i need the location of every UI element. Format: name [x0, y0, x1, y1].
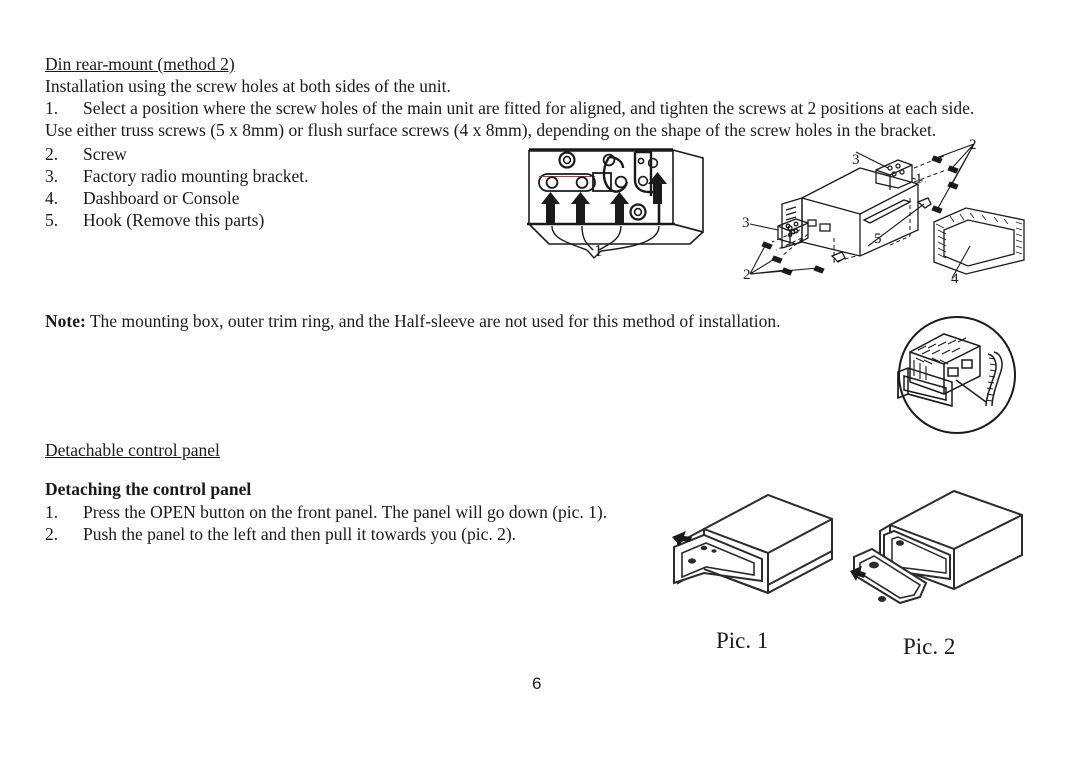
- section-1-items-2-5: 2. Screw 3. Factory radio mounting brack…: [45, 143, 515, 231]
- document-page: Din rear-mount (method 2) Installation u…: [0, 0, 1080, 761]
- figure-exploded-view: [738, 138, 1048, 286]
- note-text: The mounting box, outer trim ring, and t…: [85, 311, 781, 331]
- list-text: Dashboard or Console: [83, 188, 240, 208]
- page-number: 6: [532, 674, 542, 693]
- callout-2-top: 2: [969, 137, 977, 153]
- list-text: Screw: [83, 144, 127, 164]
- figure-pic-2: [850, 485, 1040, 615]
- list-text: Push the panel to the left and then pull…: [83, 524, 517, 544]
- section-1-intro: Installation using the screw holes at bo…: [45, 76, 451, 96]
- callout-4: 4: [951, 271, 959, 287]
- list-number: 3.: [45, 166, 59, 186]
- callout-1-middle: 1: [915, 171, 923, 187]
- figure-pic-1: [660, 485, 840, 615]
- list-number: 1.: [45, 502, 59, 522]
- section-2-subheading: Detaching the control panel: [45, 479, 252, 499]
- list-number: 4.: [45, 188, 59, 208]
- figure-bracket-callout-1: 1: [594, 241, 603, 260]
- list-text: Press the OPEN button on the front panel…: [83, 502, 608, 522]
- list-text: Factory radio mounting bracket.: [83, 166, 309, 186]
- list-text: Hook (Remove this parts): [83, 210, 265, 230]
- list-number: 2.: [45, 524, 59, 544]
- list-item: 3. Factory radio mounting bracket.: [45, 165, 515, 187]
- section-2-items: 1. Press the OPEN button on the front pa…: [45, 501, 665, 545]
- section-2-heading: Detachable control panel: [45, 440, 220, 460]
- list-number: 2.: [45, 144, 59, 164]
- list-item: 5. Hook (Remove this parts): [45, 209, 515, 231]
- section-1-heading: Din rear-mount (method 2): [45, 54, 235, 74]
- callout-3-bottom: 3: [742, 215, 750, 231]
- figure-bracket-detail: [505, 140, 725, 275]
- list-item: 1. Press the OPEN button on the front pa…: [45, 501, 665, 523]
- pic-2-label: Pic. 2: [903, 634, 956, 659]
- note-label: Note:: [45, 311, 86, 331]
- list-item: 2. Screw: [45, 143, 515, 165]
- section-1-item-1: 1. Select a position where the screw hol…: [45, 97, 1040, 119]
- list-item: 4. Dashboard or Console: [45, 187, 515, 209]
- callout-5: 5: [874, 231, 882, 247]
- list-text: Select a position where the screw holes …: [83, 98, 975, 118]
- list-number: 5.: [45, 210, 59, 230]
- list-item: 2. Push the panel to the left and then p…: [45, 523, 665, 545]
- list-number: 1.: [45, 98, 59, 118]
- callout-3-top: 3: [852, 152, 860, 168]
- pic-1-label: Pic. 1: [716, 628, 769, 653]
- figure-note-circle: [886, 314, 1028, 436]
- note-paragraph: Note: The mounting box, outer trim ring,…: [45, 310, 780, 332]
- callout-2-bottom: 2: [743, 267, 751, 283]
